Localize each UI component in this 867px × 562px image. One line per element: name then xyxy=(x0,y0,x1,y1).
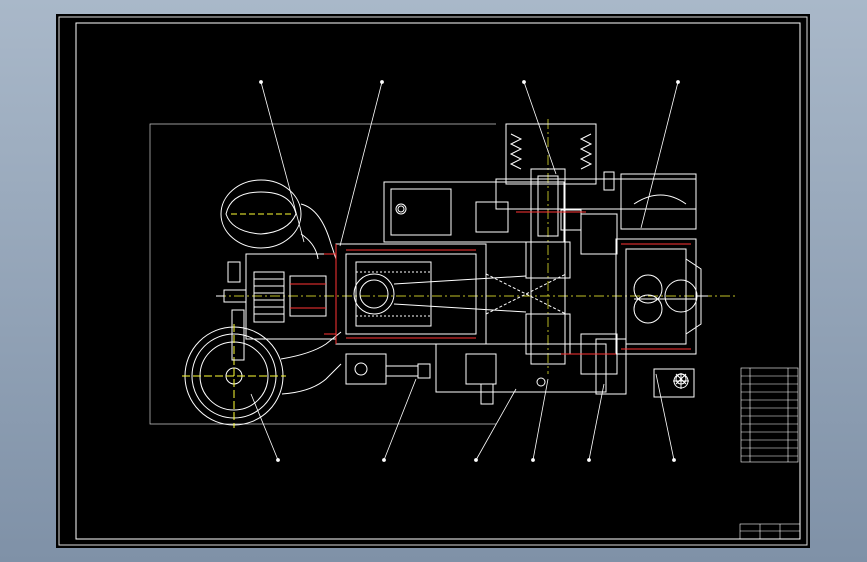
cad-viewport[interactable] xyxy=(0,0,867,562)
connecting-rod xyxy=(393,273,567,315)
title-block xyxy=(739,523,801,540)
cylinder xyxy=(324,243,487,345)
parts-list-table xyxy=(740,367,799,463)
discharge-fitting xyxy=(345,353,431,385)
v-belt-pulley xyxy=(495,123,697,230)
intake-volute xyxy=(220,179,337,260)
outer-border xyxy=(58,16,808,546)
valve-block xyxy=(216,253,337,361)
assembly-drawing xyxy=(58,16,808,546)
crankcase xyxy=(383,181,627,405)
mounting-bolt xyxy=(673,373,689,389)
bottom-callout-leaders xyxy=(250,373,676,462)
dimension-frame xyxy=(149,123,496,425)
crankshaft xyxy=(525,168,618,375)
drawing-sheet xyxy=(56,14,810,548)
pulley-wheel xyxy=(182,324,342,428)
